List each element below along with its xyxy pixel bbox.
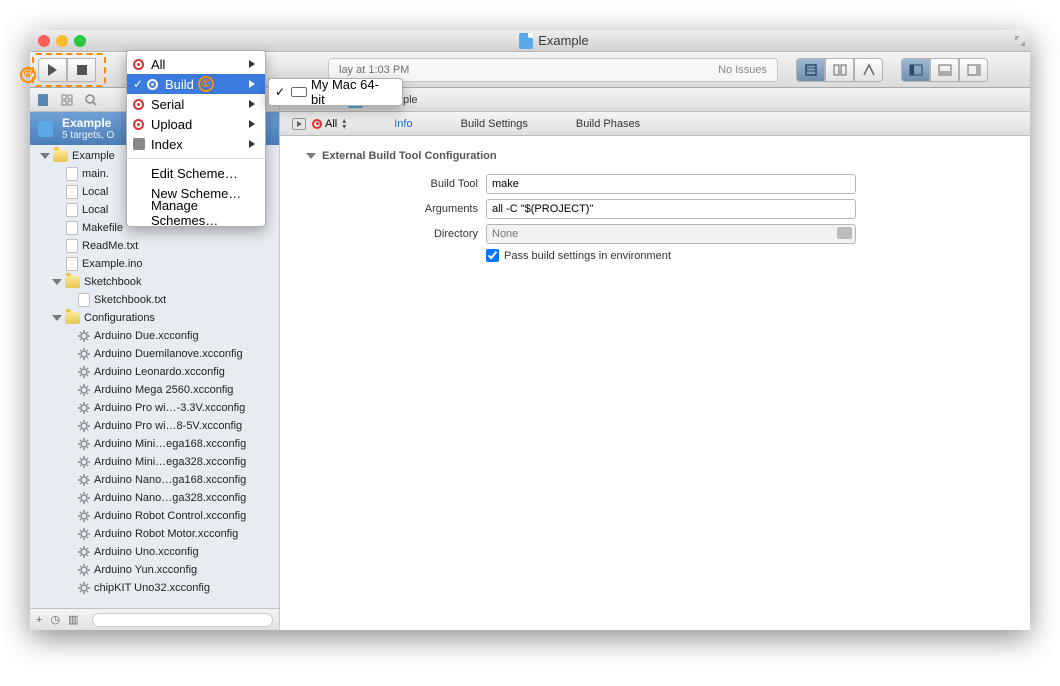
tree-folder[interactable]: Sketchbook — [30, 273, 279, 291]
menu-item-all[interactable]: All — [127, 54, 265, 74]
project-file-icon — [38, 121, 53, 137]
tree-folder[interactable]: Configurations — [30, 309, 279, 327]
window-title: Example — [86, 33, 1022, 49]
laptop-icon — [291, 87, 307, 97]
status-text: lay at 1:03 PM — [339, 64, 409, 76]
add-button[interactable]: + — [36, 614, 42, 626]
checkmark-icon: ✓ — [133, 77, 143, 91]
navigator-footer: + ◷ ▥ — [30, 608, 279, 630]
filter-icon[interactable]: ▥ — [68, 613, 78, 626]
titlebar: Example — [30, 30, 1030, 52]
tree-file[interactable]: Sketchbook.txt — [30, 291, 279, 309]
build-tool-label: Build Tool — [388, 178, 478, 190]
tab-build-phases[interactable]: Build Phases — [576, 118, 640, 130]
project-navigator-icon[interactable] — [36, 93, 50, 107]
search-navigator-icon[interactable] — [84, 93, 98, 107]
tree-file[interactable]: ReadMe.txt — [30, 237, 279, 255]
project-name: Example — [62, 116, 111, 130]
toggle-utilities-button[interactable] — [959, 58, 988, 82]
tree-file[interactable]: Arduino Nano…ga328.xcconfig — [30, 489, 279, 507]
traffic-lights — [38, 35, 86, 47]
target-selector[interactable]: All ▴▾ — [312, 118, 346, 130]
pass-settings-checkbox[interactable] — [486, 249, 499, 262]
toggle-navigator-button[interactable] — [901, 58, 930, 82]
folder-picker-icon[interactable] — [837, 227, 852, 239]
clock-icon[interactable]: ◷ — [50, 613, 60, 626]
run-scheme-icon[interactable] — [292, 118, 306, 130]
stop-button[interactable] — [67, 58, 96, 82]
tree-file[interactable]: Arduino Mega 2560.xcconfig — [30, 381, 279, 399]
build-tool-field[interactable] — [486, 174, 856, 194]
tree-file[interactable]: Arduino Mini…ega168.xcconfig — [30, 435, 279, 453]
standard-editor-button[interactable] — [796, 58, 825, 82]
tree-file[interactable]: Arduino Duemilanove.xcconfig — [30, 345, 279, 363]
version-editor-button[interactable] — [854, 58, 883, 82]
menu-separator — [127, 158, 265, 159]
tree-file[interactable]: Arduino Mini…ega328.xcconfig — [30, 453, 279, 471]
play-icon — [48, 64, 57, 76]
scheme-popup-menu: All ✓ Build ① Serial Upload Index Edit S… — [126, 50, 266, 227]
annotation-2: ② — [20, 67, 36, 83]
tree-file[interactable]: Arduino Robot Motor.xcconfig — [30, 525, 279, 543]
annotation-1: ① — [198, 76, 214, 92]
menu-item-edit-scheme[interactable]: Edit Scheme… — [127, 163, 265, 183]
window-title-text: Example — [538, 33, 589, 48]
run-button[interactable] — [38, 58, 67, 82]
tab-build-settings[interactable]: Build Settings — [461, 118, 528, 130]
tree-file[interactable]: Arduino Nano…ga168.xcconfig — [30, 471, 279, 489]
menu-item-serial[interactable]: Serial — [127, 94, 265, 114]
zoom-window-button[interactable] — [74, 35, 86, 47]
app-window: Example ② lay at 1:03 PM No Issues — [30, 30, 1030, 630]
editor-content: External Build Tool Configuration Build … — [280, 136, 1030, 630]
tree-file[interactable]: Example.ino — [30, 255, 279, 273]
status-issues: No Issues — [718, 64, 767, 76]
filter-field[interactable] — [92, 613, 273, 627]
menu-item-manage-schemes[interactable]: Manage Schemes… — [127, 203, 265, 223]
disclosure-triangle-icon[interactable] — [306, 153, 316, 159]
editor-area: ⠿ | ◀ ▶ Example All ▴▾ Info Build Settin… — [280, 88, 1030, 630]
directory-field[interactable] — [486, 224, 856, 244]
tree-file[interactable]: Arduino Robot Control.xcconfig — [30, 507, 279, 525]
editor-mode-group — [796, 58, 883, 82]
close-window-button[interactable] — [38, 35, 50, 47]
menu-item-upload[interactable]: Upload — [127, 114, 265, 134]
target-tabs: All ▴▾ Info Build Settings Build Phases — [280, 112, 1030, 136]
run-stop-group: ② — [38, 58, 96, 82]
tab-info[interactable]: Info — [394, 118, 412, 130]
arguments-label: Arguments — [388, 203, 478, 215]
updown-icon: ▴▾ — [342, 118, 346, 130]
project-icon — [519, 33, 533, 49]
tree-file[interactable]: Arduino Leonardo.xcconfig — [30, 363, 279, 381]
tree-file[interactable]: Arduino Uno.xcconfig — [30, 543, 279, 561]
target-bullseye-icon — [312, 119, 322, 129]
disk-icon — [133, 138, 145, 150]
tree-file[interactable]: Arduino Yun.xcconfig — [30, 561, 279, 579]
menu-item-index[interactable]: Index — [127, 134, 265, 154]
fullscreen-icon[interactable] — [1015, 36, 1025, 46]
project-subtitle: 5 targets, O — [62, 130, 114, 141]
tree-file[interactable]: Arduino Pro wi…-3.3V.xcconfig — [30, 399, 279, 417]
stop-icon — [77, 65, 87, 75]
pass-settings-label: Pass build settings in environment — [504, 250, 671, 262]
view-panels-group — [901, 58, 988, 82]
toggle-debug-area-button[interactable] — [930, 58, 959, 82]
tree-file[interactable]: chipKIT Uno32.xcconfig — [30, 579, 279, 597]
menu-item-build[interactable]: ✓ Build ① — [127, 74, 265, 94]
section-header[interactable]: External Build Tool Configuration — [306, 150, 1012, 162]
arguments-field[interactable] — [486, 199, 856, 219]
checkmark-icon: ✓ — [275, 85, 285, 99]
destination-submenu: ✓ My Mac 64-bit — [268, 78, 403, 106]
assistant-editor-button[interactable] — [825, 58, 854, 82]
submenu-item-destination[interactable]: ✓ My Mac 64-bit — [269, 82, 402, 102]
directory-label: Directory — [388, 228, 478, 240]
minimize-window-button[interactable] — [56, 35, 68, 47]
build-tool-form: Build Tool Arguments Directory — [388, 174, 1012, 262]
tree-file[interactable]: Arduino Due.xcconfig — [30, 327, 279, 345]
tree-file[interactable]: Arduino Pro wi…8-5V.xcconfig — [30, 417, 279, 435]
symbol-navigator-icon[interactable] — [60, 93, 74, 107]
